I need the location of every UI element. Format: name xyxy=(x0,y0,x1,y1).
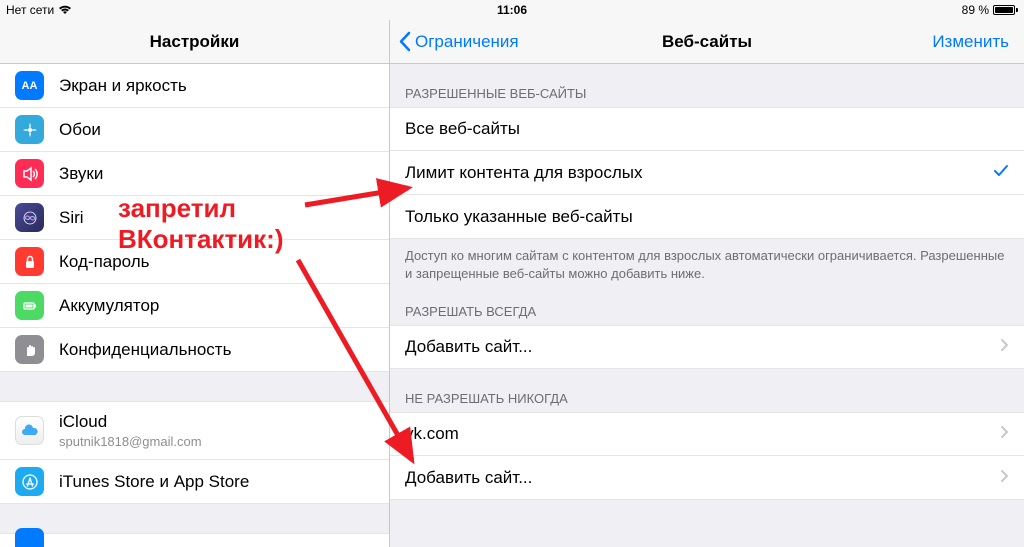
add-allow-site[interactable]: Добавить сайт... xyxy=(390,325,1024,369)
clock: 11:06 xyxy=(497,3,527,17)
display-icon: AA xyxy=(15,71,44,100)
allowed-sites-header: РАЗРЕШЕННЫЕ ВЕБ-САЙТЫ xyxy=(390,64,1024,107)
chevron-right-icon xyxy=(1000,468,1009,488)
edit-button[interactable]: Изменить xyxy=(932,32,1009,52)
blocked-site-row[interactable]: vk.com xyxy=(390,412,1024,456)
sidebar-item-wallpaper[interactable]: Обои xyxy=(0,108,389,152)
option-limit-adult[interactable]: Лимит контента для взрослых xyxy=(390,151,1024,195)
back-button[interactable]: Ограничения xyxy=(398,31,519,52)
status-bar: Нет сети 11:06 89 % xyxy=(0,0,1024,20)
wifi-icon xyxy=(58,5,72,15)
sidebar-item-passcode[interactable]: Код-пароль xyxy=(0,240,389,284)
allowed-sites-footer: Доступ ко многим сайтам с контентом для … xyxy=(390,239,1024,282)
sidebar-title: Настройки xyxy=(0,20,389,64)
sidebar-gap xyxy=(0,372,389,402)
settings-sidebar: Настройки AA Экран и яркость Обои Звуки … xyxy=(0,20,390,547)
battery-setting-icon xyxy=(15,291,44,320)
status-left: Нет сети xyxy=(6,3,72,17)
sidebar-list[interactable]: AA Экран и яркость Обои Звуки Siri Код-п… xyxy=(0,64,389,547)
sidebar-item-privacy[interactable]: Конфиденциальность xyxy=(0,328,389,372)
hand-icon xyxy=(15,335,44,364)
option-specified-only[interactable]: Только указанные веб-сайты xyxy=(390,195,1024,239)
chevron-right-icon xyxy=(1000,424,1009,444)
checkmark-icon xyxy=(993,163,1009,183)
detail-pane: Ограничения Веб-сайты Изменить РАЗРЕШЕНН… xyxy=(390,20,1024,547)
cloud-icon xyxy=(15,416,44,445)
sidebar-item-appstore[interactable]: iTunes Store и App Store xyxy=(0,460,389,504)
option-all-sites[interactable]: Все веб-сайты xyxy=(390,107,1024,151)
sounds-icon xyxy=(15,159,44,188)
appstore-icon xyxy=(15,467,44,496)
lock-icon xyxy=(15,247,44,276)
always-allow-header: РАЗРЕШАТЬ ВСЕГДА xyxy=(390,282,1024,325)
status-right: 89 % xyxy=(962,3,1018,17)
next-icon xyxy=(15,528,44,547)
battery-percent: 89 % xyxy=(962,3,989,17)
chevron-right-icon xyxy=(1000,337,1009,357)
never-allow-header: НЕ РАЗРЕШАТЬ НИКОГДА xyxy=(390,369,1024,412)
sidebar-item-icloud[interactable]: iCloud sputnik1818@gmail.com xyxy=(0,402,389,460)
detail-title: Веб-сайты xyxy=(662,32,752,52)
wallpaper-icon xyxy=(15,115,44,144)
chevron-left-icon xyxy=(398,31,411,52)
add-block-site[interactable]: Добавить сайт... xyxy=(390,456,1024,500)
sidebar-item-display[interactable]: AA Экран и яркость xyxy=(0,64,389,108)
detail-header: Ограничения Веб-сайты Изменить xyxy=(390,20,1024,64)
sidebar-item-next[interactable] xyxy=(0,534,389,547)
sidebar-item-battery[interactable]: Аккумулятор xyxy=(0,284,389,328)
sidebar-gap-2 xyxy=(0,504,389,534)
siri-icon xyxy=(15,203,44,232)
battery-icon xyxy=(993,5,1018,15)
network-status: Нет сети xyxy=(6,3,54,17)
detail-body[interactable]: РАЗРЕШЕННЫЕ ВЕБ-САЙТЫ Все веб-сайты Лими… xyxy=(390,64,1024,547)
sidebar-item-sounds[interactable]: Звуки xyxy=(0,152,389,196)
sidebar-item-siri[interactable]: Siri xyxy=(0,196,389,240)
